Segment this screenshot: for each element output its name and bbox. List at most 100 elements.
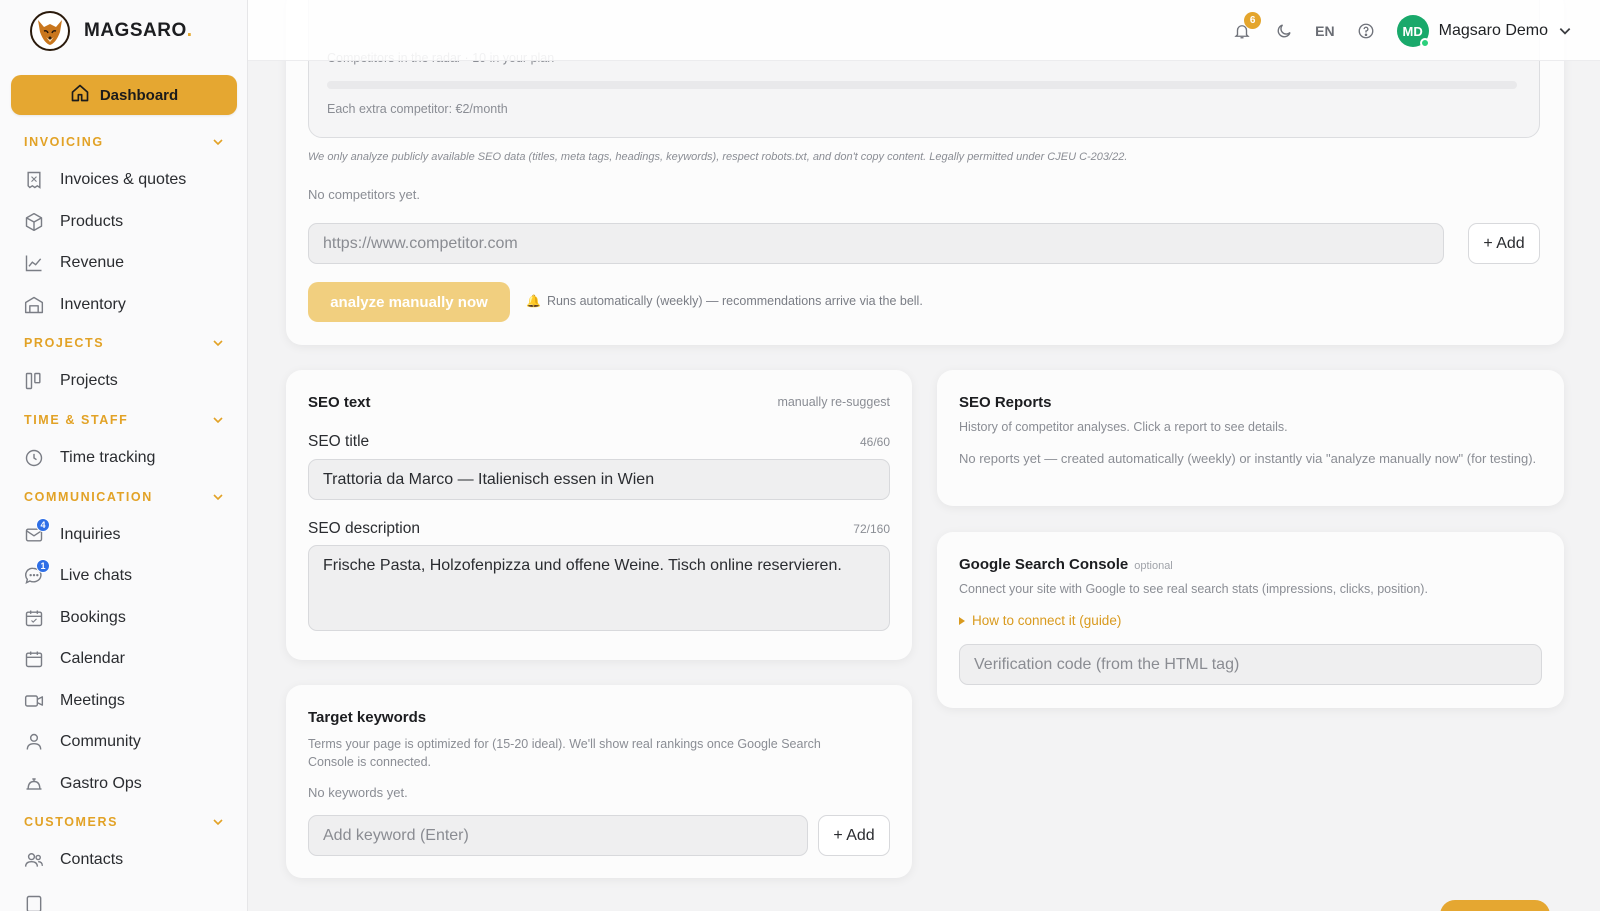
section-projects[interactable]: PROJECTS bbox=[24, 336, 224, 350]
sidebar-item-live-chats[interactable]: 1 Live chats bbox=[24, 559, 234, 590]
top-bar: 6 EN MD Magsaro Demo bbox=[248, 0, 1600, 61]
seo-title-label: SEO title bbox=[308, 433, 370, 450]
seo-description-counter: 72/160 bbox=[853, 522, 890, 536]
help-icon bbox=[1358, 23, 1374, 39]
language-switcher[interactable]: EN bbox=[1315, 23, 1334, 39]
sidebar-item-time-tracking[interactable]: Time tracking bbox=[24, 444, 234, 472]
sidebar-item-label: Invoices & quotes bbox=[60, 171, 187, 188]
home-icon bbox=[70, 83, 90, 107]
section-time-staff[interactable]: TIME & STAFF bbox=[24, 413, 224, 427]
sidebar-item-label: Meetings bbox=[60, 692, 125, 709]
help-button[interactable] bbox=[1355, 20, 1377, 42]
seo-reports-title: SEO Reports bbox=[959, 394, 1052, 411]
target-keywords-title: Target keywords bbox=[308, 709, 427, 726]
chevron-down-icon bbox=[213, 417, 223, 424]
verification-code-input[interactable]: Verification code (from the HTML tag) bbox=[959, 644, 1542, 685]
section-label: TIME & STAFF bbox=[24, 413, 129, 427]
cloche-icon bbox=[24, 774, 44, 794]
mail-icon: 4 bbox=[24, 518, 50, 545]
dashboard-button[interactable]: Dashboard bbox=[11, 75, 237, 115]
target-keywords-card: Target keywords Terms your page is optim… bbox=[286, 685, 912, 878]
add-keyword-button[interactable]: + Add bbox=[818, 815, 890, 856]
chevron-down-icon bbox=[213, 819, 223, 826]
sidebar-item-meetings[interactable]: Meetings bbox=[24, 687, 234, 715]
seo-text-card: SEO text manually re-suggest SEO title 4… bbox=[286, 370, 912, 660]
competitor-url-input[interactable]: https://www.competitor.com bbox=[308, 223, 1444, 264]
no-reports-text: No reports yet — created automatically (… bbox=[959, 451, 1537, 466]
document-icon bbox=[24, 894, 44, 911]
chat-icon: 1 bbox=[24, 559, 50, 586]
section-label: INVOICING bbox=[24, 135, 104, 149]
notifications-button[interactable]: 6 bbox=[1231, 12, 1262, 42]
sidebar-item-contacts[interactable]: Contacts bbox=[24, 846, 234, 874]
gsc-title: Google Search Console bbox=[959, 556, 1129, 573]
bell-icon: 🔔 bbox=[526, 294, 541, 308]
legal-note: We only analyze publicly available SEO d… bbox=[308, 151, 1128, 163]
brand-logo[interactable]: MAGSARO. bbox=[28, 9, 193, 53]
resuggest-link[interactable]: manually re-suggest bbox=[777, 395, 890, 409]
floating-action-button[interactable] bbox=[1440, 900, 1550, 911]
clock-icon bbox=[24, 448, 44, 468]
sidebar-item-label: Inventory bbox=[60, 296, 126, 313]
sidebar-item-more[interactable] bbox=[24, 890, 234, 911]
section-invoicing[interactable]: INVOICING bbox=[24, 135, 224, 149]
sidebar-item-label: Time tracking bbox=[60, 449, 156, 466]
warehouse-icon bbox=[24, 295, 44, 315]
gsc-optional-tag: optional bbox=[1134, 560, 1173, 572]
online-indicator bbox=[1419, 38, 1430, 48]
sidebar-item-bookings[interactable]: Bookings bbox=[24, 604, 234, 632]
add-competitor-button[interactable]: + Add bbox=[1468, 223, 1540, 264]
sidebar-item-calendar[interactable]: Calendar bbox=[24, 645, 234, 673]
gsc-guide-toggle[interactable]: How to connect it (guide) bbox=[959, 613, 1121, 628]
chevron-down-icon bbox=[213, 494, 223, 501]
sidebar-item-label: Projects bbox=[60, 372, 118, 389]
sidebar-item-projects[interactable]: Projects bbox=[24, 367, 234, 395]
users-icon bbox=[24, 850, 44, 870]
sidebar-item-inventory[interactable]: Inventory bbox=[24, 291, 234, 319]
kanban-icon bbox=[24, 371, 44, 391]
top-actions: 6 EN MD Magsaro Demo bbox=[1231, 12, 1572, 48]
sidebar-item-community[interactable]: Community bbox=[24, 728, 234, 756]
seo-reports-card: SEO Reports History of competitor analys… bbox=[937, 370, 1564, 506]
sidebar-item-label: Bookings bbox=[60, 609, 126, 626]
user-name: Magsaro Demo bbox=[1438, 22, 1548, 39]
add-keyword-input[interactable]: Add keyword (Enter) bbox=[308, 815, 808, 856]
sidebar-item-label: Revenue bbox=[60, 254, 125, 271]
section-customers[interactable]: CUSTOMERS bbox=[24, 815, 224, 829]
chevron-down-icon bbox=[1559, 28, 1571, 35]
competitor-quota-progress bbox=[327, 81, 1517, 89]
box-icon bbox=[24, 212, 44, 232]
section-communication[interactable]: COMMUNICATION bbox=[24, 490, 224, 504]
target-keywords-description: Terms your page is optimized for (15-20 … bbox=[308, 737, 821, 769]
sidebar-item-inquiries[interactable]: 4 Inquiries bbox=[24, 518, 234, 549]
live-chats-badge: 1 bbox=[36, 559, 50, 573]
avatar-initials: MD bbox=[1402, 23, 1423, 39]
no-keywords-text: No keywords yet. bbox=[308, 785, 408, 800]
section-label: CUSTOMERS bbox=[24, 815, 119, 829]
sidebar-item-revenue[interactable]: Revenue bbox=[24, 249, 234, 277]
gsc-header: Google Search Console optional bbox=[959, 556, 1173, 573]
google-search-console-card: Google Search Console optional Connect y… bbox=[937, 532, 1564, 708]
seo-title-input[interactable]: Trattoria da Marco — Italienisch essen i… bbox=[308, 459, 890, 500]
sidebar-item-label: Inquiries bbox=[60, 526, 121, 543]
sidebar-item-invoices[interactable]: Invoices & quotes bbox=[24, 166, 234, 194]
calendar-icon bbox=[24, 649, 44, 669]
inquiries-badge: 4 bbox=[36, 518, 50, 532]
seo-description-textarea[interactable]: Frische Pasta, Holzofenpizza und offene … bbox=[308, 545, 890, 631]
sidebar-item-gastro-ops[interactable]: Gastro Ops bbox=[24, 770, 234, 798]
sidebar-item-label: Calendar bbox=[60, 650, 125, 667]
seo-title-counter: 46/60 bbox=[859, 435, 890, 449]
dashboard-label: Dashboard bbox=[99, 86, 179, 104]
moon-icon bbox=[1277, 24, 1291, 38]
seo-reports-subtitle: History of competitor analyses. Click a … bbox=[959, 420, 1288, 434]
sidebar: MAGSARO. Dashboard INVOICING Invoices & … bbox=[0, 0, 248, 911]
dark-mode-toggle[interactable] bbox=[1273, 20, 1295, 42]
sidebar-item-products[interactable]: Products bbox=[24, 208, 234, 236]
community-icon bbox=[24, 732, 44, 752]
seo-text-title: SEO text bbox=[308, 394, 371, 411]
user-menu[interactable]: MD Magsaro Demo bbox=[1396, 15, 1572, 48]
chevron-down-icon bbox=[213, 139, 223, 146]
analyze-manually-button[interactable]: analyze manually now bbox=[308, 282, 510, 322]
auto-run-note-text: Runs automatically (weekly) — recommenda… bbox=[546, 294, 923, 308]
video-icon bbox=[24, 691, 44, 711]
